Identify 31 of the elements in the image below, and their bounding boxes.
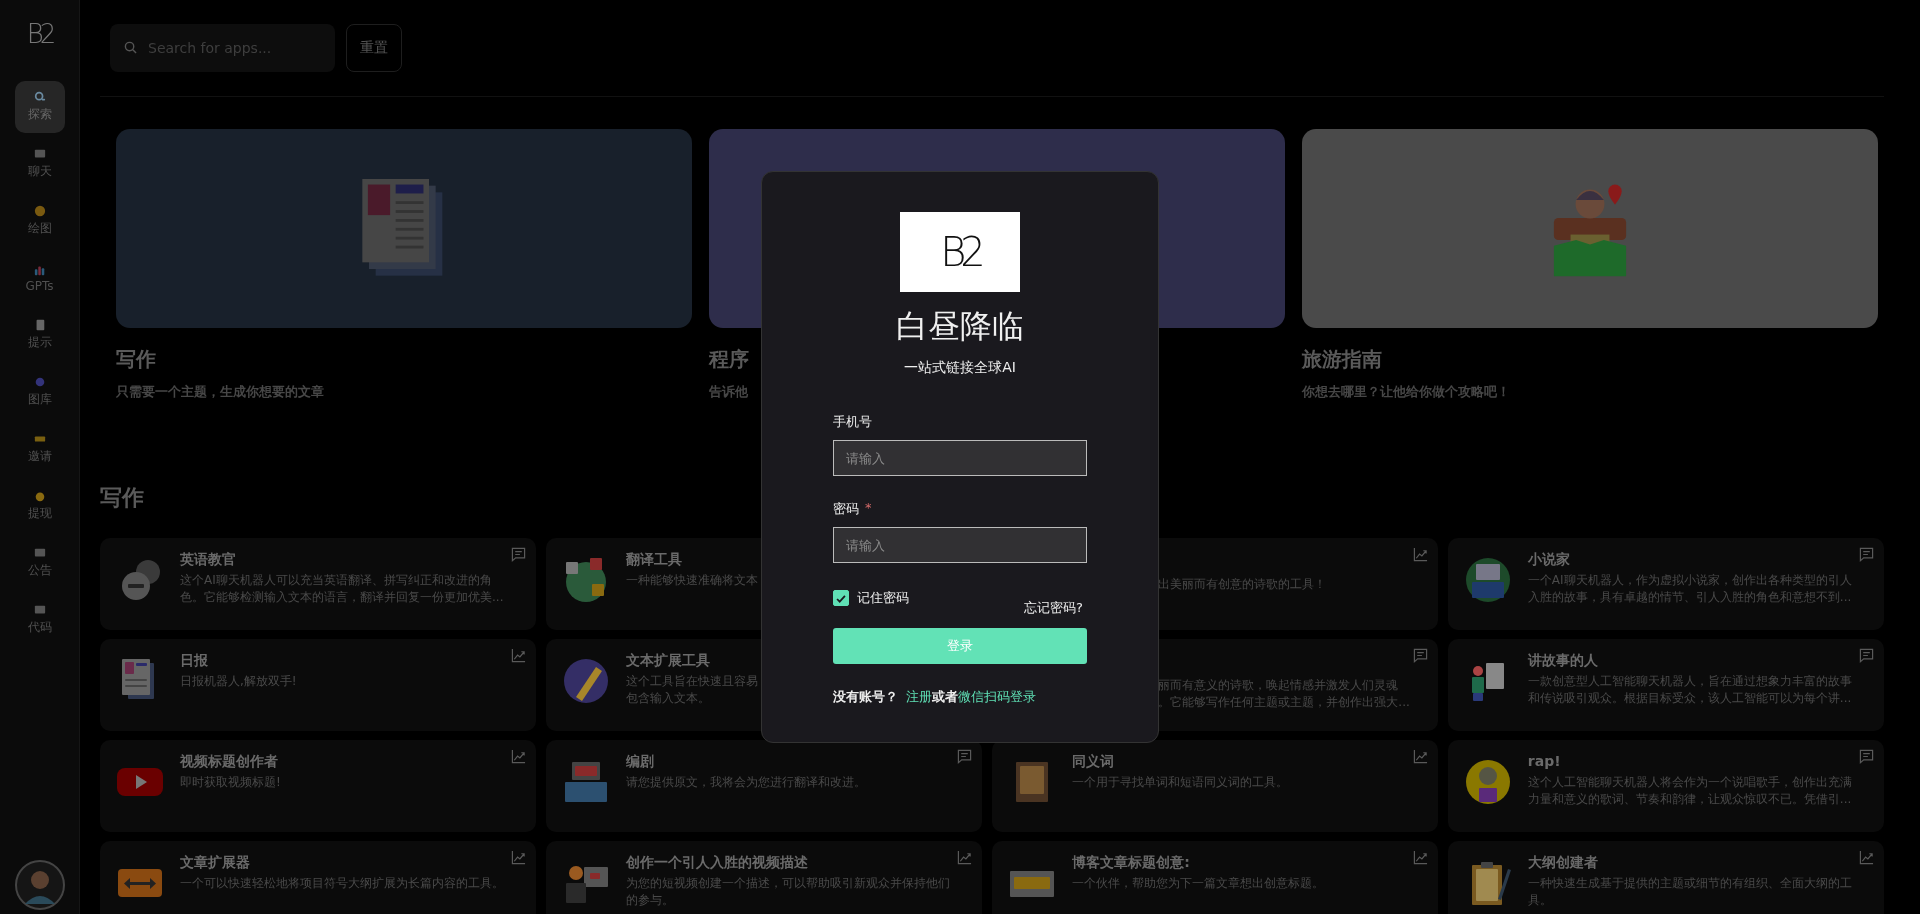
banner-title: 程序	[709, 346, 749, 373]
logo: B2	[26, 18, 53, 51]
field-label: 密码	[833, 500, 859, 518]
banner-title: 写作	[116, 346, 156, 373]
banner-title: 旅游指南	[1302, 346, 1382, 373]
checkbox-label: 记住密码	[857, 589, 909, 607]
dialog-title: 白昼降临	[896, 306, 1024, 346]
banner-description: 只需要一个主题，生成你想要的文章	[116, 383, 324, 401]
app-title: 文本扩展工具	[626, 651, 712, 669]
app-title: 创作一个引人入胜的视频描述	[626, 853, 810, 871]
app-title: 博客文章标题创意:	[1072, 853, 1191, 871]
app-title: rap!	[1527, 752, 1562, 770]
banner-description: 告诉他	[709, 383, 748, 401]
field-label: 手机号	[833, 413, 872, 431]
app-description: 丽而有意义的诗歌，唤起情感并激发人们灵魂	[1158, 677, 1400, 694]
app-title: 日报	[180, 651, 209, 669]
app-title: 文章扩展器	[180, 853, 251, 871]
app-title: 翻译工具	[626, 550, 684, 568]
required-mark: *	[865, 500, 872, 517]
section-title: 写作	[100, 484, 144, 512]
app-title: 英语教官	[180, 550, 237, 568]
app-title: 视频标题创作者	[180, 752, 279, 770]
banner-description: 你想去哪里？让他给你做个攻略吧！	[1302, 383, 1510, 401]
app-title: 同义词	[1072, 752, 1116, 770]
app-title: 大纲创建者	[1527, 853, 1599, 871]
app-title: 小说家	[1527, 550, 1571, 568]
app-title: 编剧	[626, 752, 656, 770]
app-description: 包含输入文本。	[626, 690, 712, 707]
logo: B2	[900, 212, 1020, 292]
app-title: 讲故事的人	[1527, 651, 1599, 669]
dialog-subtitle: 一站式链接全球AI	[904, 359, 1016, 377]
